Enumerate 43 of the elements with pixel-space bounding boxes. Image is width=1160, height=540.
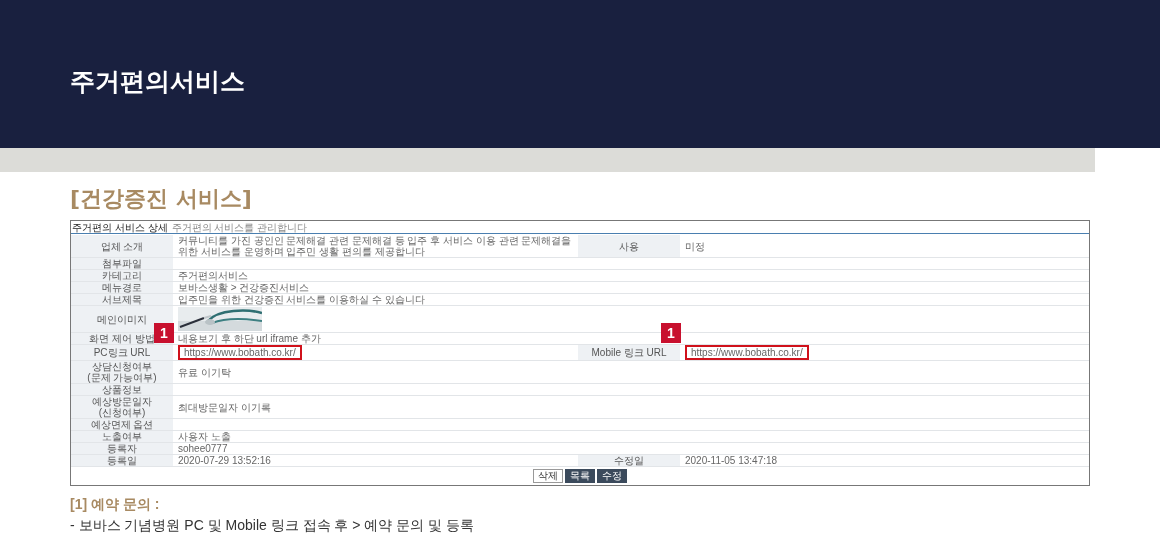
field-label: 카테고리 [102,270,142,281]
field-value: 미정 [685,240,705,252]
field-value: sohee0777 [178,443,228,454]
field-label: 상담신청여부 (문제 가능여부) [87,361,157,383]
field-label: 화면 제어 방법 [89,333,155,344]
field-label: 첨부파일 [102,258,142,269]
field-label: Mobile 링크 URL [591,347,667,358]
field-label: 등록자 [107,443,137,454]
field-label: 메인이미지 [97,313,147,325]
field-label: 사용 [619,240,639,252]
field-value: 내용보기 후 하단 url iframe 추가 [178,333,321,344]
field-label: PC링크 URL [93,347,151,358]
field-value: 입주민을 위한 건강증진 서비스를 이용하실 수 있습니다 [178,294,425,305]
field-value: 최대방문일자 이기록 [178,401,271,413]
field-label: 서브제목 [102,294,142,305]
field-value: 유료 이기탁 [178,366,231,378]
field-label: 예상방문일자 (신청여부) [92,396,152,418]
action-button[interactable]: 수정 [597,469,627,483]
note-title: [1] 예약 문의 : [70,495,161,514]
url-link[interactable]: https://www.bobath.co.kr/ [685,345,809,360]
field-value: 보바스생활 > 건강증진서비스 [178,282,310,293]
field-label: 예상면제 옵션 [90,419,154,430]
marker-badge: 1 [154,323,174,343]
panel-title: 주거편의 서비스 상세 [72,223,168,233]
field-label: 노출여부 [102,431,142,442]
action-button[interactable]: 목록 [565,469,595,483]
field-value: 주거편의서비스 [178,270,248,281]
field-label: 메뉴경로 [102,282,142,293]
field-value: 커뮤니티를 가진 공인인 문제해결 관련 문제해결 등 입주 후 서비스 이용 관련 문제해결을 위한 서비스를 운영하며 입주민 생활 편의를 제공합니다 [178,235,572,257]
note-text: - 보바스 기념병원 PC 및 Mobile 링크 접속 후 > 예약 문의 및 등록 [70,516,476,535]
field-label: 수정일 [614,455,644,466]
url-link[interactable]: https://www.bobath.co.kr/ [178,345,302,360]
field-label: 업체 소개 [100,240,144,252]
panel-subtitle: 주거편의 서비스를 관리합니다 [171,223,308,233]
field-value: 2020-11-05 13:47:18 [685,455,778,466]
action-button[interactable]: 삭제 [533,469,563,483]
field-label: 등록일 [107,455,137,466]
page-title: 주거편의서비스 [70,66,245,99]
field-value: 사용자 노출 [178,431,231,442]
marker-badge: 1 [661,323,681,343]
field-value: 2020-07-29 13:52:16 [178,455,271,466]
field-label: 상품정보 [102,384,142,395]
section-title: [건강증진 서비스] [70,185,253,213]
